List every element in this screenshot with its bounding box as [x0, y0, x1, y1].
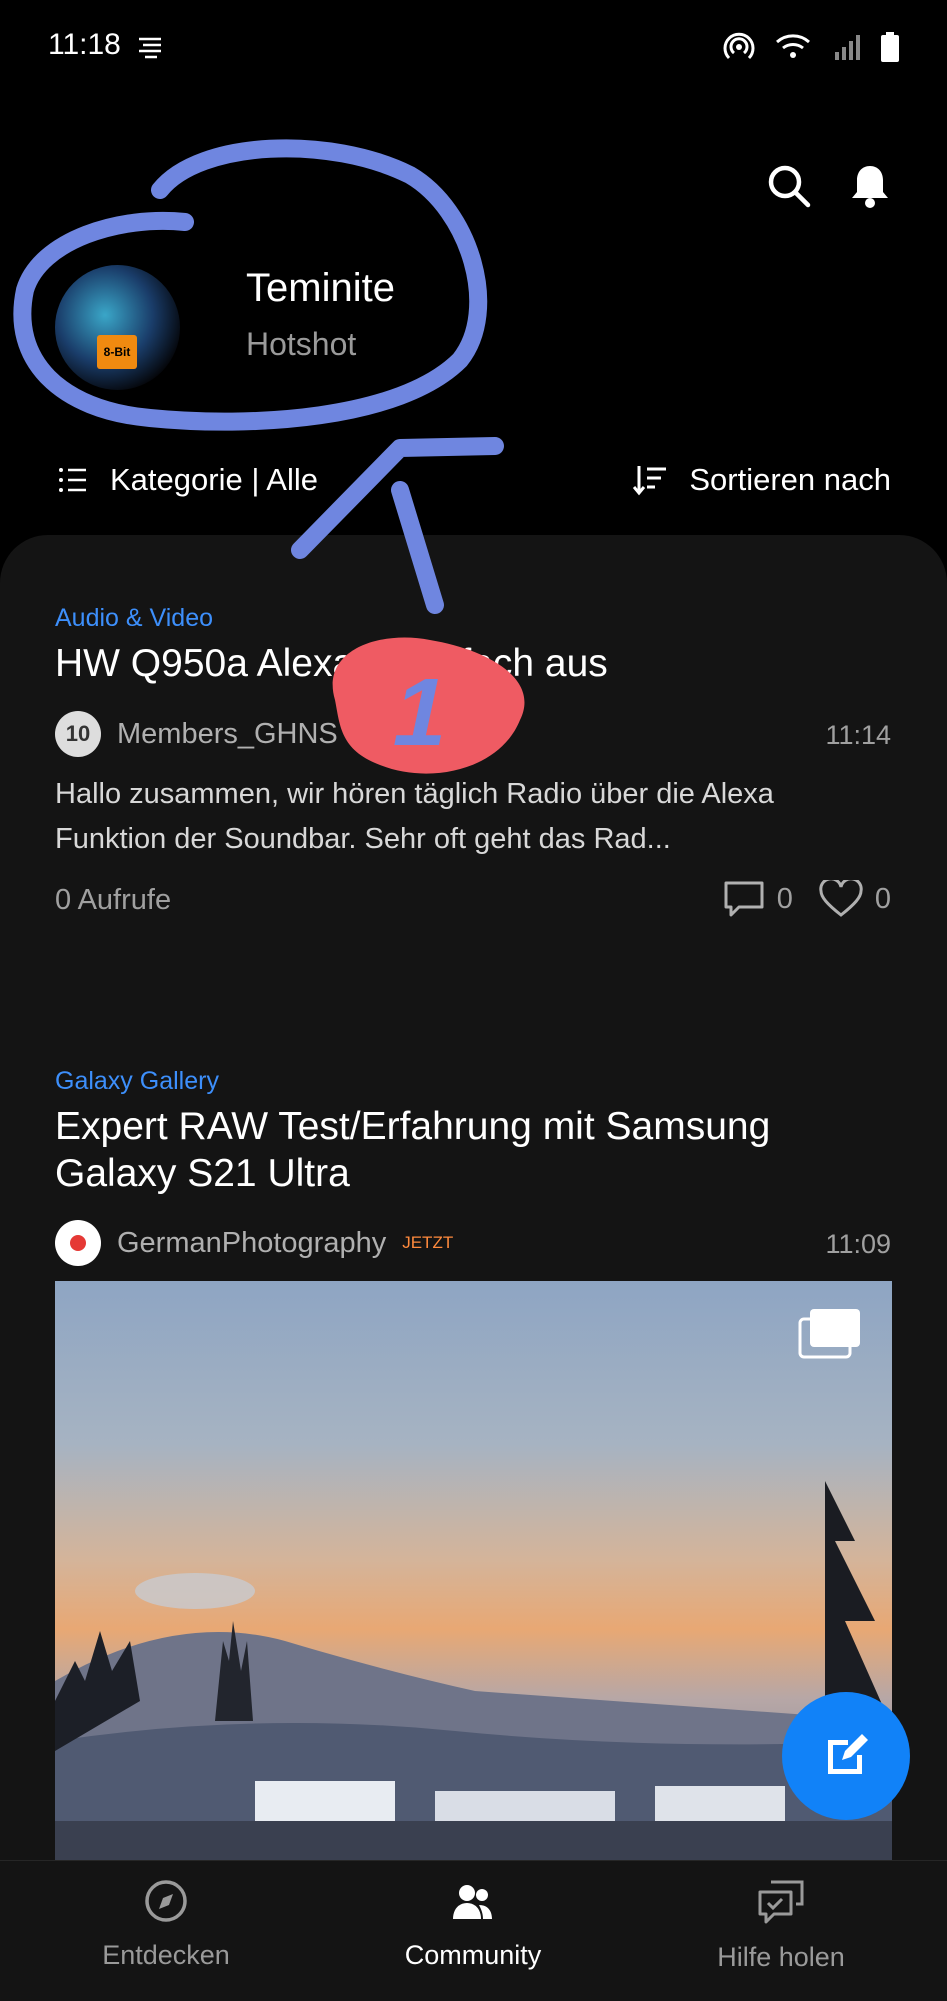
new-badge: JETZT — [402, 1233, 454, 1252]
author-name: GermanPhotography — [117, 1226, 387, 1259]
chat-help-icon — [758, 1880, 804, 1924]
post-time: 11:09 — [825, 1229, 891, 1259]
compose-post-button[interactable] — [782, 1692, 910, 1820]
compass-icon — [145, 1880, 187, 1922]
bottom-navigation: Entdecken Community Hilfe holen — [0, 1860, 947, 2001]
people-icon — [453, 1885, 492, 1919]
author-avatar — [55, 1220, 101, 1266]
nav-label: Community — [404, 1940, 542, 1970]
landscape-photo — [55, 1481, 892, 1861]
nav-item-community[interactable]: Community — [343, 1879, 603, 1971]
nav-label: Hilfe holen — [717, 1942, 845, 1972]
gallery-icon — [798, 1309, 860, 1359]
post-category[interactable]: Galaxy Gallery — [55, 1067, 219, 1096]
annotation-overlay — [13, 139, 525, 774]
nav-item-hilfe-holen[interactable]: Hilfe holen — [651, 1879, 911, 1973]
post-title[interactable]: Expert RAW Test/Erfahrung mit Samsung Ga… — [55, 1103, 875, 1197]
post-image[interactable] — [55, 1281, 892, 1861]
nav-label: Entdecken — [102, 1940, 230, 1970]
nav-item-entdecken[interactable]: Entdecken — [36, 1879, 296, 1971]
edit-icon — [828, 1734, 868, 1774]
post-author[interactable]: GermanPhotography JETZT — [55, 1220, 453, 1266]
